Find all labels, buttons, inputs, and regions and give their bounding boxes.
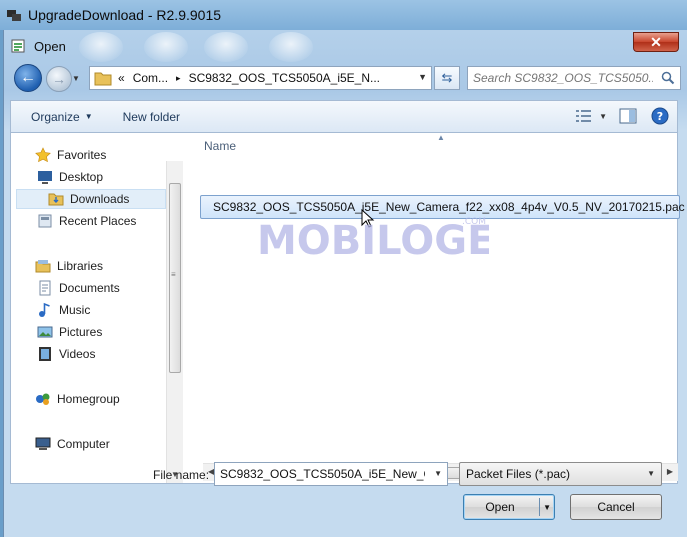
nav-desktop[interactable]: Desktop — [37, 167, 103, 187]
scroll-right-arrow[interactable]: ▶ — [667, 467, 673, 476]
nav-videos-label: Videos — [59, 347, 96, 361]
help-button[interactable]: ? — [649, 105, 671, 127]
nav-homegroup[interactable]: Homegroup — [35, 389, 120, 409]
column-header-name[interactable]: Name — [189, 133, 679, 161]
svg-text:?: ? — [657, 110, 663, 123]
search-input[interactable] — [473, 71, 653, 85]
file-name-field[interactable]: ▼ — [214, 462, 448, 486]
app-icon — [7, 10, 21, 21]
chevron-down-icon: ▼ — [599, 111, 607, 121]
watermark-suffix: .COM — [462, 217, 486, 227]
open-button[interactable]: Open ▼ — [463, 494, 555, 520]
nav-computer[interactable]: Computer — [35, 434, 110, 454]
glass-reflection — [269, 32, 313, 62]
open-dialog: Open ✕ ← → ▼ « Com... ▸ SC9832_OOS_TCS50… — [3, 30, 687, 537]
arrow-right-icon: → — [52, 71, 66, 87]
scrollbar-grip: ≡ — [171, 270, 176, 279]
nav-downloads[interactable]: Downloads — [16, 189, 166, 209]
chevron-down-icon[interactable]: ▼ — [434, 469, 442, 478]
nav-favorites-label: Favorites — [57, 148, 107, 162]
back-button[interactable]: ← — [14, 64, 42, 92]
music-icon — [39, 302, 50, 317]
nav-pane-scrollbar[interactable]: ≡ ▼ — [166, 161, 183, 483]
file-type-select[interactable]: Packet Files (*.pac) ▼ — [459, 462, 662, 486]
preview-pane-button[interactable] — [617, 105, 639, 127]
glass-reflection — [79, 32, 123, 62]
forward-button[interactable]: → — [46, 66, 72, 92]
address-dropdown[interactable]: ▼ — [418, 72, 427, 82]
address-bar[interactable]: « Com... ▸ SC9832_OOS_TCS5050A_i5E_N... … — [89, 66, 432, 90]
recent-places-icon — [38, 214, 52, 228]
open-options-dropdown[interactable]: ▼ — [543, 503, 551, 512]
new-folder-label: New folder — [122, 109, 180, 124]
app-title: UpgradeDownload - R2.9.9015 — [28, 7, 222, 23]
dialog-title: Open — [34, 38, 66, 54]
glass-reflection — [144, 32, 188, 62]
nav-documents[interactable]: Documents — [37, 278, 120, 298]
refresh-button[interactable]: ⇆ — [434, 66, 460, 90]
libraries-icon — [35, 260, 51, 273]
star-icon — [35, 147, 51, 163]
preview-pane-icon — [619, 108, 637, 124]
open-folder-icon — [11, 39, 25, 53]
chevron-down-icon: ▼ — [84, 112, 93, 121]
glass-reflection — [204, 32, 248, 62]
breadcrumb-overflow[interactable]: « — [118, 71, 125, 85]
recent-pages-dropdown[interactable]: ▼ — [72, 74, 80, 83]
help-icon: ? — [651, 107, 669, 125]
file-name-label: File name: — [153, 468, 210, 482]
dialog-title-bar: Open — [10, 36, 66, 56]
details-view-icon — [576, 110, 592, 122]
computer-icon — [35, 437, 51, 450]
documents-icon — [39, 280, 51, 296]
cancel-button[interactable]: Cancel — [570, 494, 662, 520]
chevron-down-icon: ▼ — [647, 469, 655, 478]
nav-recent-places[interactable]: Recent Places — [37, 211, 136, 231]
nav-videos[interactable]: Videos — [37, 344, 95, 364]
file-list-pane[interactable]: ▲ Name SC9832_OOS_TCS5050A_i5E_New_Camer… — [189, 133, 685, 483]
nav-pictures-label: Pictures — [59, 325, 103, 339]
nav-pictures[interactable]: Pictures — [37, 322, 102, 342]
nav-homegroup-label: Homegroup — [57, 392, 120, 406]
watermark-brand: MOBILOGER — [257, 218, 489, 262]
nav-music[interactable]: Music — [37, 300, 90, 320]
folder-icon — [94, 72, 112, 86]
change-view-button[interactable]: ▼ — [575, 109, 607, 123]
nav-libraries-label: Libraries — [57, 259, 104, 273]
organize-label: Organize — [31, 109, 80, 124]
file-type-value: Packet Files (*.pac) — [466, 467, 571, 481]
nav-desktop-label: Desktop — [59, 170, 104, 184]
search-icon[interactable] — [661, 71, 675, 85]
breadcrumb-computer[interactable]: Com... — [133, 71, 168, 85]
app-title-bar: UpgradeDownload - R2.9.9015 — [0, 0, 687, 30]
arrow-left-icon: ← — [20, 69, 36, 86]
breadcrumb-current-folder[interactable]: SC9832_OOS_TCS5050A_i5E_N... — [189, 71, 380, 85]
nav-libraries[interactable]: Libraries — [35, 256, 103, 276]
close-button[interactable]: ✕ — [633, 32, 679, 52]
nav-favorites[interactable]: Favorites — [35, 145, 106, 165]
search-box[interactable] — [467, 66, 681, 90]
nav-computer-label: Computer — [57, 437, 110, 451]
desktop-icon — [38, 171, 52, 184]
nav-documents-label: Documents — [59, 281, 120, 295]
address-row: ← → ▼ « Com... ▸ SC9832_OOS_TCS5050A_i5E… — [4, 62, 687, 96]
split-divider — [539, 498, 540, 516]
breadcrumb-separator[interactable]: ▸ — [176, 73, 181, 84]
homegroup-icon — [36, 393, 50, 405]
file-name-input[interactable] — [215, 467, 425, 481]
nav-music-label: Music — [59, 303, 91, 317]
navigation-pane[interactable]: Favorites Desktop Downloads Recent Place… — [11, 133, 183, 483]
command-bar: Organize ▼ New folder ▼ ? — [10, 100, 678, 132]
nav-recent-places-label: Recent Places — [59, 214, 137, 228]
downloads-folder-icon — [48, 193, 64, 206]
organize-button[interactable]: Organize ▼ — [11, 110, 105, 124]
videos-icon — [39, 347, 51, 361]
refresh-icon: ⇆ — [441, 70, 453, 85]
open-button-label: Open — [485, 500, 515, 514]
browser-body: Favorites Desktop Downloads Recent Place… — [10, 132, 685, 484]
watermark-logo: MOBILOGER .COM — [257, 217, 489, 262]
pictures-icon — [37, 326, 53, 338]
nav-downloads-label: Downloads — [70, 192, 130, 206]
new-folder-button[interactable]: New folder — [105, 110, 192, 124]
